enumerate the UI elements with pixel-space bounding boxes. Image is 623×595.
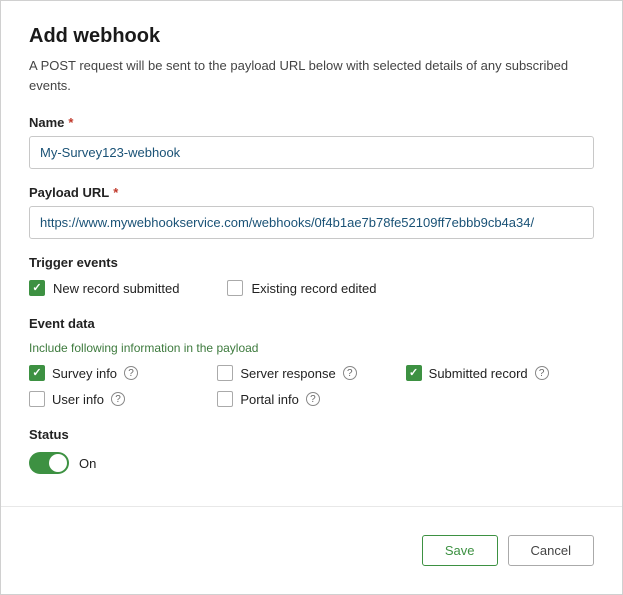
button-row: Save Cancel — [29, 523, 594, 566]
survey-info-checkbox[interactable] — [29, 365, 45, 381]
submitted-record-checkbox[interactable] — [406, 365, 422, 381]
server-response-checkbox[interactable] — [217, 365, 233, 381]
toggle-label: On — [79, 456, 96, 471]
modal-description: A POST request will be sent to the paylo… — [29, 56, 594, 95]
survey-info-item[interactable]: Survey info ? — [29, 365, 217, 381]
name-input[interactable] — [29, 136, 594, 169]
user-info-checkbox[interactable] — [29, 391, 45, 407]
status-section: Status On — [29, 427, 594, 474]
server-response-label: Server response — [240, 366, 335, 381]
add-webhook-modal: Add webhook A POST request will be sent … — [0, 0, 623, 595]
submitted-record-help-icon[interactable]: ? — [535, 366, 549, 380]
status-toggle[interactable] — [29, 452, 69, 474]
trigger-existing-record[interactable]: Existing record edited — [227, 280, 376, 296]
divider — [1, 506, 622, 507]
existing-record-checkbox[interactable] — [227, 280, 243, 296]
payload-url-required-star: * — [113, 185, 118, 200]
trigger-new-record[interactable]: New record submitted — [29, 280, 179, 296]
name-label: Name * — [29, 115, 594, 130]
new-record-label: New record submitted — [53, 281, 179, 296]
portal-info-item[interactable]: Portal info ? — [217, 391, 405, 407]
new-record-checkbox[interactable] — [29, 280, 45, 296]
trigger-events-row: New record submitted Existing record edi… — [29, 280, 594, 296]
modal-title: Add webhook — [29, 25, 594, 48]
cancel-button[interactable]: Cancel — [508, 535, 594, 566]
event-data-grid: Survey info ? Server response ? Submitte… — [29, 365, 594, 407]
portal-info-label: Portal info — [240, 392, 299, 407]
survey-info-label: Survey info — [52, 366, 117, 381]
submitted-record-label: Submitted record — [429, 366, 528, 381]
payload-url-label: Payload URL * — [29, 185, 594, 200]
trigger-events-label: Trigger events — [29, 255, 594, 270]
status-label: Status — [29, 427, 594, 442]
submitted-record-item[interactable]: Submitted record ? — [406, 365, 594, 381]
payload-url-input[interactable] — [29, 206, 594, 239]
portal-info-help-icon[interactable]: ? — [306, 392, 320, 406]
save-button[interactable]: Save — [422, 535, 498, 566]
server-response-item[interactable]: Server response ? — [217, 365, 405, 381]
user-info-label: User info — [52, 392, 104, 407]
name-required-star: * — [68, 115, 73, 130]
user-info-help-icon[interactable]: ? — [111, 392, 125, 406]
existing-record-label: Existing record edited — [251, 281, 376, 296]
event-data-label: Event data — [29, 316, 594, 331]
event-data-subtitle: Include following information in the pay… — [29, 341, 594, 355]
event-data-section: Event data Include following information… — [29, 316, 594, 407]
portal-info-checkbox[interactable] — [217, 391, 233, 407]
user-info-item[interactable]: User info ? — [29, 391, 217, 407]
server-response-help-icon[interactable]: ? — [343, 366, 357, 380]
survey-info-help-icon[interactable]: ? — [124, 366, 138, 380]
toggle-row: On — [29, 452, 594, 474]
